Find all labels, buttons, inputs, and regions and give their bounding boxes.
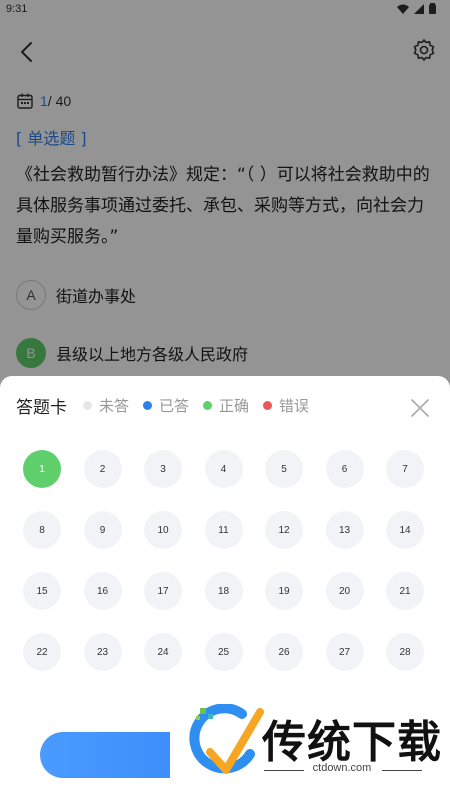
question-number-cell[interactable]: 10	[144, 511, 182, 549]
question-number-cell[interactable]: 11	[204, 511, 243, 549]
legend-dot	[83, 401, 92, 410]
question-number-cell[interactable]: 7	[386, 450, 424, 488]
legend-label: 未答	[99, 397, 130, 415]
legend-answered: 已答	[143, 395, 189, 416]
question-number-cell[interactable]: 1	[23, 450, 61, 488]
question-number-cell[interactable]: 16	[83, 572, 122, 610]
question-number-cell[interactable]: 14	[386, 511, 424, 549]
close-icon[interactable]	[410, 398, 430, 418]
question-number-cell[interactable]: 28	[386, 633, 424, 671]
legend-dot	[203, 401, 213, 410]
question-number-cell[interactable]: 5	[265, 450, 303, 488]
watermark-url: ctdown.com	[312, 762, 372, 774]
question-number-cell[interactable]: 6	[325, 450, 364, 488]
question-number-cell[interactable]: 2	[83, 450, 122, 488]
watermark-brand: 传统下载	[262, 717, 442, 768]
watermark-logo	[189, 704, 264, 774]
question-number-cell[interactable]: 9	[83, 511, 122, 549]
question-number-cell[interactable]: 18	[204, 572, 243, 610]
answer-sheet-title: 答题卡	[16, 398, 67, 418]
question-number-cell[interactable]: 19	[265, 572, 303, 610]
legend-dot	[263, 401, 273, 410]
question-number-cell[interactable]: 27	[325, 633, 364, 671]
answer-sheet-header: 答题卡 未答 已答 正确 错误	[16, 393, 323, 418]
legend-label: 错误	[279, 397, 310, 415]
watermark: 传统下载 ctdown.com	[170, 700, 450, 800]
question-number-cell[interactable]: 15	[23, 572, 61, 610]
question-number-cell[interactable]: 13	[325, 511, 364, 549]
question-number-cell[interactable]: 3	[144, 450, 182, 488]
question-number-cell[interactable]: 17	[144, 572, 182, 610]
question-number-cell[interactable]: 21	[386, 572, 424, 610]
legend-label: 已答	[159, 397, 190, 415]
legend-correct: 正确	[203, 395, 249, 416]
question-number-cell[interactable]: 8	[23, 511, 61, 549]
legend-label: 正确	[219, 397, 250, 415]
question-number-cell[interactable]: 25	[204, 633, 243, 671]
question-number-cell[interactable]: 12	[265, 511, 303, 549]
question-number-cell[interactable]: 4	[204, 450, 243, 488]
question-number-cell[interactable]: 24	[144, 633, 182, 671]
question-number-cell[interactable]: 26	[265, 633, 303, 671]
question-number-cell[interactable]: 23	[83, 633, 122, 671]
legend-wrong: 错误	[263, 395, 309, 416]
legend-unanswered: 未答	[83, 395, 129, 416]
question-number-cell[interactable]: 22	[23, 633, 61, 671]
legend-dot	[143, 401, 153, 410]
question-number-cell[interactable]: 20	[325, 572, 364, 610]
